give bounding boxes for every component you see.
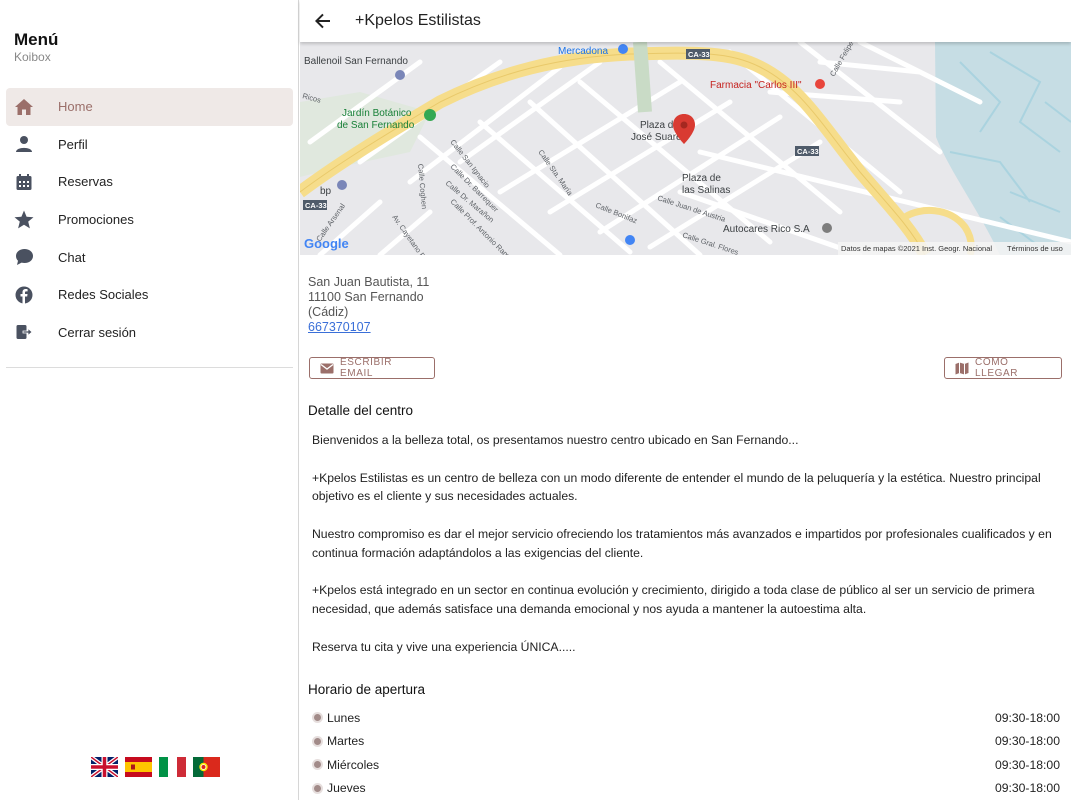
- menu-subtitle: Koibox: [14, 50, 51, 64]
- map-label-jardin-2: de San Fernando: [337, 120, 415, 131]
- email-icon: [320, 363, 334, 374]
- google-logo: Google: [304, 236, 349, 251]
- description-paragraph: Bienvenidos a la belleza total, os prese…: [312, 433, 799, 447]
- bullet-icon: [312, 735, 323, 747]
- schedule-list: Lunes 09:30-18:00 Martes 09:30-18:00 Mié…: [312, 706, 1060, 800]
- back-arrow-icon[interactable]: [312, 10, 334, 32]
- map-terms-link[interactable]: Términos de uso: [1007, 244, 1063, 253]
- bullet-icon: [312, 759, 323, 771]
- road-shield-label: CA-33: [305, 201, 327, 210]
- chat-icon: [13, 246, 35, 268]
- center-description: Bienvenidos a la belleza total, os prese…: [312, 431, 1062, 675]
- description-paragraph: +Kpelos está integrado en un sector en c…: [312, 583, 1035, 617]
- phone-link[interactable]: 667370107: [308, 320, 371, 334]
- location-map[interactable]: Mercadona Ballenoil San Fernando Farmaci…: [300, 42, 1071, 255]
- map-label-jardin-1: Jardín Botánico: [342, 108, 412, 119]
- nav-item-label: Perfil: [58, 136, 88, 152]
- nav-item-label: Reservas: [58, 174, 113, 190]
- spain-flag-icon[interactable]: [125, 757, 152, 777]
- schedule-row: Jueves 09:30-18:00: [312, 777, 1060, 800]
- description-paragraph: +Kpelos Estilistas es un centro de belle…: [312, 470, 1041, 504]
- detail-heading: Detalle del centro: [308, 403, 414, 418]
- person-icon: [13, 133, 35, 155]
- road-shield-label: CA-33: [688, 50, 710, 59]
- schedule-hours: 09:30-18:00: [994, 757, 1060, 772]
- bullet-icon: [312, 782, 323, 794]
- nav-item-label: Cerrar sesión: [58, 324, 137, 340]
- gas-station-icon: [395, 70, 405, 80]
- schedule-hours: 09:30-18:00: [994, 710, 1060, 725]
- nav-item-chat[interactable]: Chat: [6, 238, 293, 276]
- nav-item-perfil[interactable]: Perfil: [6, 126, 293, 164]
- map-attribution: Datos de mapas ©2021 Inst. Geogr. Nacion…: [841, 244, 992, 253]
- facebook-icon: [13, 284, 35, 306]
- bullet-icon: [312, 712, 323, 724]
- map-label-ballenoil: Ballenoil San Fernando: [304, 56, 408, 67]
- gas-station-icon: [337, 180, 347, 190]
- write-email-button[interactable]: ESCRIBIR EMAIL: [309, 357, 435, 379]
- map-label-farmacia: Farmacia "Carlos III": [710, 80, 802, 91]
- nav-item-promociones[interactable]: Promociones: [6, 201, 293, 239]
- logout-icon: [13, 321, 35, 343]
- schedule-day: Miércoles: [327, 757, 380, 772]
- nav-item-redes-sociales[interactable]: Redes Sociales: [6, 276, 293, 314]
- map-label-autocares: Autocares Rico S.A: [723, 224, 810, 235]
- description-paragraph: Nuestro compromiso es dar el mejor servi…: [312, 526, 1052, 560]
- pharmacy-icon: [815, 79, 825, 89]
- nav-item-label: Chat: [58, 249, 86, 265]
- nav-list: Home Perfil Reservas Promociones Chat Re…: [6, 88, 293, 351]
- address-city: 11100 San Fernando: [308, 290, 424, 304]
- app-bar: +Kpelos Estilistas: [300, 0, 1071, 42]
- address-street: San Juan Bautista, 11: [308, 275, 430, 289]
- schedule-heading: Horario de apertura: [308, 682, 426, 697]
- poi-icon: [822, 223, 832, 233]
- schedule-row: Martes 09:30-18:00: [312, 730, 1060, 754]
- address-province: (Cádiz): [308, 305, 349, 319]
- map-label-salinas-2: las Salinas: [682, 185, 730, 196]
- portugal-flag-icon[interactable]: [193, 757, 220, 777]
- write-email-label: ESCRIBIR EMAIL: [340, 357, 393, 379]
- map-label-mercadona: Mercadona: [558, 46, 608, 57]
- nav-item-home[interactable]: Home: [6, 88, 293, 126]
- schedule-row: Lunes 09:30-18:00: [312, 706, 1060, 730]
- schedule-day: Martes: [327, 734, 365, 749]
- nav-item-label: Redes Sociales: [58, 287, 149, 303]
- park-icon: [424, 109, 436, 121]
- schedule-hours: 09:30-18:00: [994, 781, 1060, 796]
- schedule-row: Miércoles 09:30-18:00: [312, 753, 1060, 777]
- shopping-icon: [618, 44, 628, 54]
- shopping-icon: [625, 235, 635, 245]
- address-block: San Juan Bautista, 11 11100 San Fernando…: [308, 275, 429, 335]
- italy-flag-icon[interactable]: [159, 757, 186, 777]
- directions-button[interactable]: COMO LLEGAR: [944, 357, 1062, 379]
- description-paragraph: Reserva tu cita y vive una experiencia Ú…: [312, 639, 576, 654]
- menu-title: Menú: [14, 30, 59, 49]
- schedule-hours: 09:30-18:00: [994, 734, 1060, 749]
- language-selector: [91, 757, 220, 777]
- map-label-salinas-1: Plaza de: [682, 173, 721, 184]
- map-icon: [955, 362, 969, 375]
- nav-item-reservas[interactable]: Reservas: [6, 163, 293, 201]
- nav-item-label: Promociones: [58, 212, 134, 228]
- sidebar-divider: [6, 367, 293, 368]
- page-title: +Kpelos Estilistas: [355, 12, 481, 29]
- schedule-day: Lunes: [327, 710, 361, 725]
- side-menu: Menú Koibox Home Perfil Reservas Promoci…: [0, 0, 299, 800]
- schedule-day: Jueves: [327, 781, 366, 796]
- home-icon: [13, 96, 35, 118]
- map-label-bp: bp: [320, 186, 332, 197]
- directions-label: COMO LLEGAR: [975, 357, 1019, 379]
- calendar-icon: [13, 171, 35, 193]
- star-icon: [13, 209, 35, 231]
- road-shield-label: CA-33: [797, 147, 819, 156]
- uk-flag-icon[interactable]: [91, 757, 118, 777]
- nav-item-label: Home: [58, 99, 93, 115]
- nav-item-cerrar-sesion[interactable]: Cerrar sesión: [6, 314, 293, 352]
